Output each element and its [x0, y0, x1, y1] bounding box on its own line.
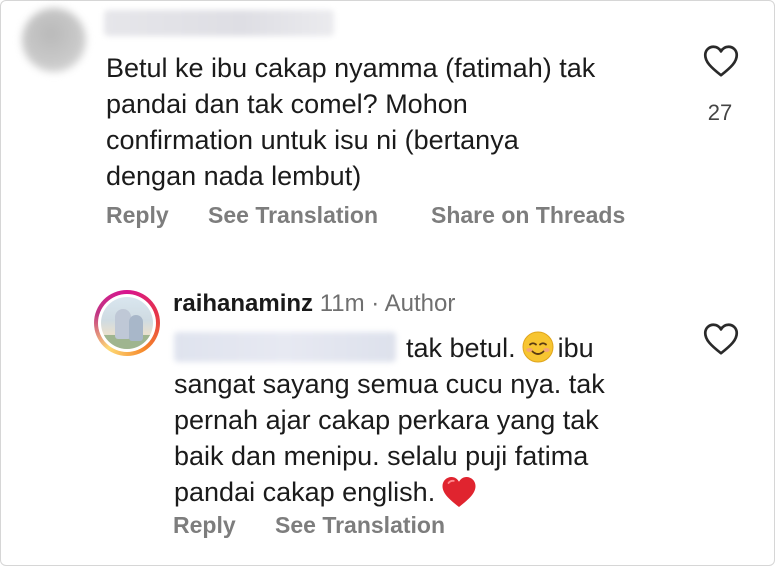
- comment-text: Betul ke ibu cakap nyamma (fatimah) tak …: [106, 50, 676, 194]
- comment-line: confirmation untuk isu ni (bertanya: [106, 125, 519, 155]
- comment-line: dengan nada lembut): [106, 161, 362, 191]
- commenter-name-blurred[interactable]: [104, 10, 334, 36]
- reply-segment: tak betul.: [406, 333, 516, 363]
- meta-separator: ·: [371, 290, 380, 317]
- reply-header: raihanaminz 11m · Author: [173, 290, 455, 318]
- like-heart-icon[interactable]: [703, 44, 739, 83]
- share-on-threads-button[interactable]: Share on Threads: [431, 202, 625, 229]
- author-username[interactable]: raihanaminz: [173, 290, 313, 317]
- red-heart-emoji-icon: [441, 475, 477, 509]
- see-translation-button[interactable]: See Translation: [275, 512, 445, 539]
- comment-line: pandai dan tak comel? Mohon: [106, 89, 468, 119]
- reply-line: baik dan menipu. selalu puji fatima: [174, 441, 589, 471]
- reply-time: 11m: [319, 290, 365, 317]
- reply-segment: ibu: [557, 333, 594, 363]
- comment-line: Betul ke ibu cakap nyamma (fatimah) tak: [106, 53, 596, 83]
- reply-line: sangat sayang semua cucu nya. tak: [174, 369, 605, 399]
- author-badge: Author: [384, 290, 456, 317]
- see-translation-button[interactable]: See Translation: [208, 202, 378, 229]
- reply-segment: pandai cakap english.: [174, 477, 436, 507]
- reply-button[interactable]: Reply: [173, 512, 236, 539]
- smiling-face-emoji-icon: [522, 331, 554, 363]
- avatar-photo: [101, 297, 153, 349]
- reply-line: pandai cakap english.: [174, 474, 654, 510]
- reply-line: pernah ajar cakap perkara yang tak: [174, 405, 599, 435]
- avatar-photo-figure: [129, 315, 143, 341]
- reply-line: tak betul. ibu: [174, 330, 654, 366]
- reply-text: tak betul. ibu sangat sayang semua cucu n…: [174, 330, 654, 510]
- avatar-ring-gap: [98, 294, 156, 352]
- author-avatar[interactable]: [94, 290, 160, 356]
- like-count: 27: [707, 100, 733, 125]
- reply-like-heart-icon[interactable]: [703, 322, 739, 361]
- reply-button[interactable]: Reply: [106, 202, 169, 229]
- commenter-avatar-blurred[interactable]: [22, 8, 86, 72]
